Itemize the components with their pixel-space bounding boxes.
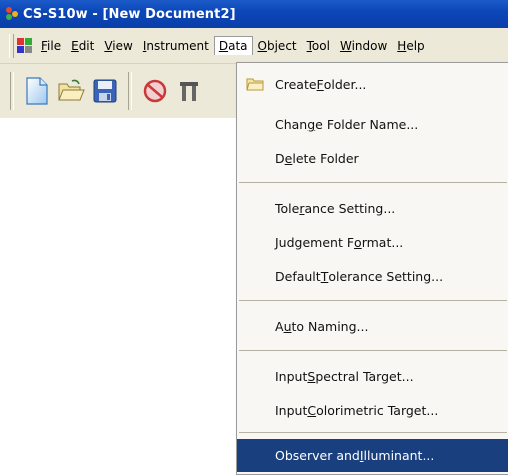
menuitem-default-tolerance-setting[interactable]: Default Tolerance Setting... xyxy=(237,260,508,293)
menu-separator xyxy=(239,300,507,301)
menu-bar: File Edit View Instrument Data Object To… xyxy=(0,28,508,64)
tools-icon[interactable] xyxy=(172,74,206,108)
app-icon xyxy=(4,6,20,22)
menuitem-tolerance-setting[interactable]: Tole r ance Setting... xyxy=(237,192,508,225)
menu-separator xyxy=(239,432,507,433)
menu-edit[interactable]: Edit xyxy=(66,36,99,56)
menu-view[interactable]: View xyxy=(99,36,137,56)
menu-file[interactable]: File xyxy=(36,36,66,56)
menuitem-input-spectral-target[interactable]: Input Spectral Target... xyxy=(237,360,508,393)
save-disk-icon[interactable] xyxy=(88,74,122,108)
menu-separator xyxy=(239,350,507,351)
data-dropdown-menu: Create Folder... Chan g e Folder Name... D… xyxy=(236,62,508,475)
toolbar-grip xyxy=(10,72,14,110)
new-document-icon[interactable] xyxy=(20,74,54,108)
menu-help[interactable]: Help xyxy=(392,36,429,56)
menuitem-auto-naming[interactable]: Au to Naming... xyxy=(237,310,508,343)
open-folder-icon[interactable] xyxy=(54,74,88,108)
menuitem-judgement-format[interactable]: Judgement Fo rmat... xyxy=(237,226,508,259)
title-bar: CS-S10w - [New Document2] xyxy=(0,0,508,28)
menuitem-change-folder-name[interactable]: Chan g e Folder Name... xyxy=(237,108,508,141)
menubar-grip xyxy=(9,33,14,58)
no-entry-icon[interactable] xyxy=(138,74,172,108)
toolbar xyxy=(0,64,236,118)
window-title: CS-S10w - [New Document2] xyxy=(23,6,236,22)
menu-object[interactable]: Object xyxy=(253,36,302,56)
menuitem-delete-folder[interactable]: De lete Folder xyxy=(237,142,508,175)
menu-window[interactable]: Window xyxy=(335,36,392,56)
menuitem-observer-and-illuminant[interactable]: Observer and Illuminant... xyxy=(237,439,508,472)
document-menu-icon[interactable] xyxy=(17,38,32,53)
toolbar-separator xyxy=(128,72,132,110)
menu-data[interactable]: Data xyxy=(213,36,253,55)
menu-instrument[interactable]: Instrument xyxy=(138,36,214,56)
menu-tool[interactable]: Tool xyxy=(302,36,335,56)
folder-icon xyxy=(246,78,264,91)
menuitem-input-colorimetric-target[interactable]: Input Colorimetric Target... xyxy=(237,394,508,427)
menu-separator xyxy=(239,182,507,183)
menuitem-create-folder[interactable]: Create Folder... xyxy=(237,68,508,101)
